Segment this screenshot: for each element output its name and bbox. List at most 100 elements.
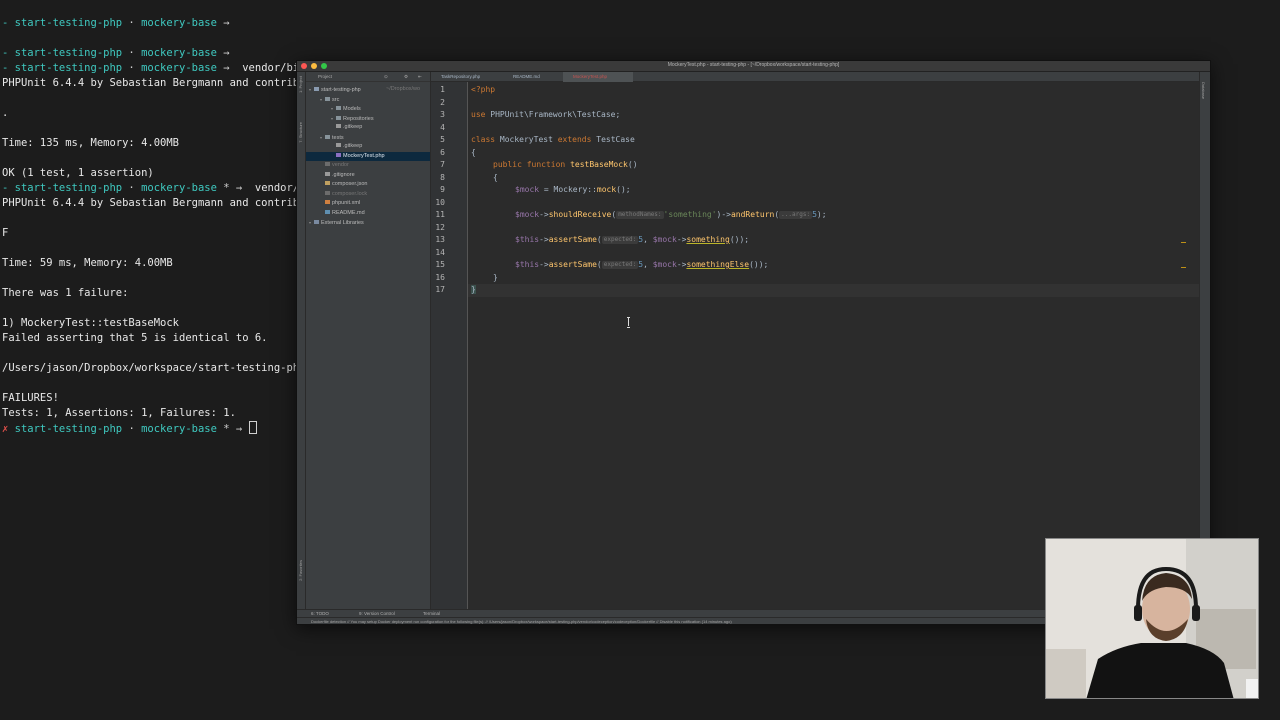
terminal-line: Time: 59 ms, Memory: 4.00MB	[2, 257, 173, 269]
terminal-prompt-line[interactable]: ✗ start-testing-php · mockery-base * →	[2, 421, 257, 436]
terminal-line: FAILURES!	[2, 392, 59, 404]
file-icon	[325, 181, 330, 185]
tree-item[interactable]: MockeryTest.php	[306, 151, 430, 161]
code-line-6: {	[471, 147, 476, 157]
right-tool-strip: Database	[1199, 72, 1210, 610]
line-number[interactable]: 7	[431, 159, 445, 172]
folder-icon	[336, 115, 341, 120]
tree-item[interactable]: ▾ Models	[306, 104, 430, 114]
terminal-line: OK (1 test, 1 assertion)	[2, 167, 154, 179]
line-number[interactable]: 6	[431, 147, 445, 160]
version-control-tool-tab[interactable]: 9: Version Control	[359, 611, 395, 616]
editor-tabs: TaskRepository.php README.md MockeryTest…	[431, 72, 1210, 82]
code-line-7: public function testBaseMock()	[493, 160, 638, 169]
tab-mockerytest[interactable]: MockeryTest.php	[563, 72, 633, 82]
terminal-line: .	[2, 107, 9, 119]
line-number[interactable]: 17	[431, 284, 445, 297]
line-number[interactable]: 9	[431, 184, 445, 197]
file-icon	[336, 152, 341, 157]
parameter-hint: expected:	[601, 261, 639, 269]
file-icon	[325, 200, 330, 204]
line-number[interactable]: 15	[431, 259, 445, 272]
warning-marker[interactable]	[1181, 267, 1186, 268]
database-tool-tab[interactable]: Database	[1201, 82, 1206, 99]
tree-item[interactable]: .gitignore	[306, 171, 430, 181]
tree-item[interactable]: composer.lock	[306, 190, 430, 200]
hide-panel-icon[interactable]: ⇤	[418, 74, 422, 80]
code-line-8: {	[493, 172, 498, 182]
file-icon	[325, 171, 330, 176]
terminal-line: PHPUnit 6.4.4 by Sebastian Bergmann and …	[2, 197, 312, 209]
file-icon	[314, 220, 319, 224]
status-message[interactable]: Dockerfile detection // You may setup Do…	[311, 619, 732, 624]
code-line-3: use PHPUnit\Framework\TestCase;	[471, 110, 621, 119]
code-line-9: $mock = Mockery::mock();	[515, 185, 631, 194]
file-icon	[336, 124, 341, 128]
file-icon	[336, 143, 341, 147]
mouse-ibeam-cursor	[627, 317, 630, 328]
terminal-tool-tab[interactable]: Terminal	[423, 611, 440, 616]
line-number[interactable]: 14	[431, 247, 445, 260]
line-number[interactable]: 8	[431, 172, 445, 185]
tree-item[interactable]: phpunit.xml	[306, 199, 430, 209]
gear-icon[interactable]: ⚙	[404, 74, 408, 80]
favorites-tool-tab[interactable]: 2: Favorites	[298, 560, 303, 581]
terminal-cursor	[248, 421, 257, 434]
file-icon	[325, 190, 330, 195]
folder-icon	[336, 106, 341, 110]
collapse-icon[interactable]: ⊙	[384, 74, 388, 80]
tree-item[interactable]: ▾ tests	[306, 133, 430, 143]
parameter-hint: methodNames:	[616, 211, 664, 219]
parameter-hint: expected:	[601, 236, 639, 244]
terminal-line: There was 1 failure:	[2, 287, 129, 299]
terminal-line: Time: 135 ms, Memory: 4.00MB	[2, 137, 180, 149]
line-number[interactable]: 12	[431, 222, 445, 235]
tree-item[interactable]: ▾ src	[306, 95, 430, 105]
terminal-line: - start-testing-php · mockery-base →	[2, 47, 230, 59]
code-editor[interactable]: <?php use PHPUnit\Framework\TestCase; cl…	[468, 82, 1199, 610]
file-icon	[325, 162, 330, 166]
terminal-line: PHPUnit 6.4.4 by Sebastian Bergmann and …	[2, 77, 312, 89]
code-line-16: }	[493, 272, 498, 282]
terminal-line: 1) MockeryTest::testBaseMock	[2, 317, 180, 329]
line-number[interactable]: 5	[431, 134, 445, 147]
line-number[interactable]: 3	[431, 109, 445, 122]
terminal-line: - start-testing-php · mockery-base * → v…	[2, 182, 312, 194]
line-number-gutter: 1 2 3 4 5 6 7 8 9 10 11 12 13 14 15 16 17	[431, 82, 468, 610]
todo-tool-tab[interactable]: 6: TODO	[311, 611, 329, 616]
tree-item[interactable]: .gitkeep	[306, 142, 430, 152]
ide-titlebar: MockeryTest.php - start-testing-php - [~…	[297, 61, 1210, 72]
presenter-image	[1046, 539, 1258, 698]
terminal-line: F	[2, 227, 9, 239]
folder-icon	[325, 96, 330, 101]
current-line-highlight	[468, 284, 1199, 297]
tab-taskrepository[interactable]: TaskRepository.php	[431, 72, 501, 82]
tree-item[interactable]: ▾ External Libraries	[306, 218, 430, 228]
line-number[interactable]: 4	[431, 122, 445, 135]
tree-item[interactable]: .gitkeep	[306, 123, 430, 133]
webcam-overlay	[1045, 538, 1259, 699]
structure-tool-tab[interactable]: 7: Structure	[298, 122, 303, 143]
tab-readme[interactable]: README.md	[503, 72, 561, 82]
warning-marker[interactable]	[1181, 242, 1186, 243]
line-number[interactable]: 13	[431, 234, 445, 247]
line-number[interactable]: 1	[431, 84, 445, 97]
project-view-selector[interactable]: Project	[318, 74, 332, 79]
line-number[interactable]: 10	[431, 197, 445, 210]
project-path: ~/Dropbox/wo	[386, 86, 421, 92]
tree-item[interactable]: ▾ Repositories	[306, 114, 430, 124]
project-tool-tab[interactable]: 1: Project	[298, 76, 303, 93]
terminal-line: /Users/jason/Dropbox/workspace/start-tes…	[2, 362, 312, 374]
left-tool-strip: 1: Project 7: Structure 2: Favorites	[297, 72, 306, 610]
line-number[interactable]: 2	[431, 97, 445, 110]
file-icon	[325, 209, 330, 214]
tree-item[interactable]: README.md	[306, 209, 430, 219]
folder-icon	[325, 134, 330, 139]
tree-item[interactable]: vendor	[306, 161, 430, 171]
folder-icon	[314, 87, 319, 91]
line-number[interactable]: 11	[431, 209, 445, 222]
line-number[interactable]: 16	[431, 272, 445, 285]
tree-item[interactable]: composer.json	[306, 180, 430, 190]
window-title: MockeryTest.php - start-testing-php - [~…	[667, 62, 840, 68]
code-line-5: class MockeryTest extends TestCase	[471, 135, 635, 144]
